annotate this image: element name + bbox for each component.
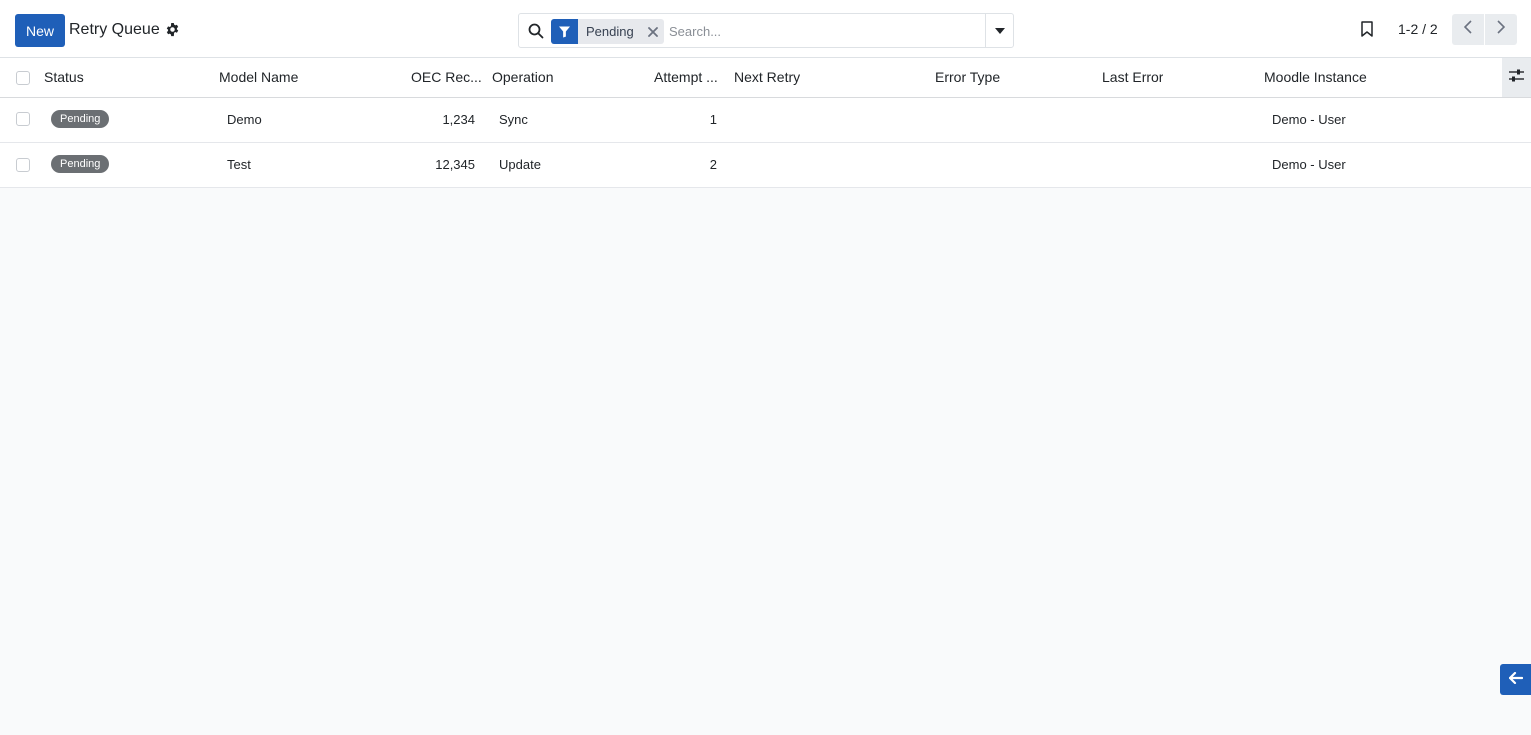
search-input[interactable] [669,20,979,42]
sliders-icon [1509,69,1524,87]
column-header-last-error[interactable]: Last Error [1102,69,1163,85]
list-table: Status Model Name OEC Rec... Operation A… [0,58,1531,188]
column-header-status[interactable]: Status [44,69,84,85]
bookmark-icon[interactable] [1360,21,1374,37]
chevron-left-icon [1463,20,1472,39]
pager-value[interactable]: 1-2 / 2 [1398,21,1438,37]
cell-moodle-instance: Demo - User [1272,157,1346,172]
filter-icon [551,19,578,44]
column-header-oec-record[interactable]: OEC Rec... [411,69,483,85]
cell-moodle-instance: Demo - User [1272,112,1346,127]
chatter-toggle-button[interactable] [1500,664,1531,695]
cell-attempt: 1 [709,112,717,127]
gear-icon[interactable] [165,22,180,37]
search-icon[interactable] [528,23,544,39]
column-header-error-type[interactable]: Error Type [935,69,1000,85]
column-header-next-retry[interactable]: Next Retry [734,69,800,85]
cell-oec-record: 12,345 [435,157,475,172]
caret-down-icon[interactable] [985,14,1013,47]
status-badge: Pending [51,155,110,173]
close-icon[interactable] [642,19,664,44]
optional-columns-button[interactable] [1502,58,1531,97]
control-panel: New Retry Queue Pending 1-2 / 2 [0,0,1531,58]
chevron-right-icon [1497,20,1506,39]
page-title: Retry Queue [69,21,160,38]
status-badge: Pending [51,110,110,128]
row-checkbox[interactable] [16,112,30,126]
cell-operation: Sync [499,112,528,127]
cell-model-name: Test [227,157,251,172]
table-row[interactable]: Pending Demo 1,234 Sync 1 Demo - User [0,98,1531,143]
cell-operation: Update [499,157,541,172]
select-all-checkbox[interactable] [16,71,30,85]
column-header-model-name[interactable]: Model Name [219,69,298,85]
column-header-attempt[interactable]: Attempt ... [654,69,726,85]
arrow-left-icon [1508,671,1523,689]
cell-model-name: Demo [227,112,262,127]
search-facet-pending: Pending [551,19,664,44]
table-header: Status Model Name OEC Rec... Operation A… [0,58,1531,98]
pager-previous-button[interactable] [1452,14,1484,45]
facet-label: Pending [586,24,634,39]
row-checkbox[interactable] [16,158,30,172]
new-button[interactable]: New [15,14,65,47]
cell-attempt: 2 [709,157,717,172]
search-box: Pending [518,13,1014,48]
cell-oec-record: 1,234 [442,112,475,127]
table-row[interactable]: Pending Test 12,345 Update 2 Demo - User [0,143,1531,188]
column-header-operation[interactable]: Operation [492,69,553,85]
pager-next-button[interactable] [1485,14,1517,45]
column-header-moodle-instance[interactable]: Moodle Instance [1264,69,1367,85]
